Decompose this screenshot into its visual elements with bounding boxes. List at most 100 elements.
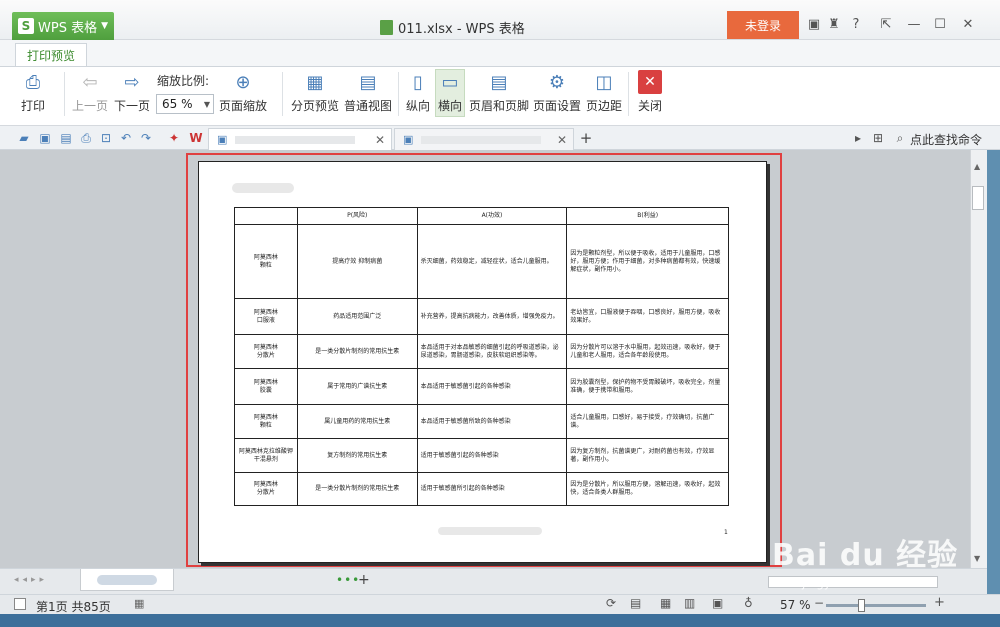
page-margins-button[interactable]: ◫ 页边距: [586, 70, 622, 114]
vertical-scrollbar[interactable]: [970, 150, 987, 568]
wps-w-icon[interactable]: W: [188, 130, 204, 146]
page-setup-label: 页面设置: [533, 99, 582, 113]
shirt-icon[interactable]: ♜: [826, 16, 842, 32]
sheet-tab[interactable]: [80, 569, 174, 591]
wps-app-menu-button[interactable]: S WPS 表格 ▼: [12, 12, 114, 40]
print-button[interactable]: ⎙ 打印: [21, 70, 45, 114]
new-tab-icon[interactable]: +: [578, 129, 594, 147]
zoom-slider-track[interactable]: [826, 604, 926, 607]
table-cell: 因为是分散片，所以服用方便，溶解迅速，吸收好，起效快，适合各类人群服用。: [566, 472, 729, 506]
close-preview-button[interactable]: ✕ 关闭: [638, 70, 662, 114]
landscape-page-icon: ▭: [441, 71, 459, 93]
close-tab-icon[interactable]: ✕: [557, 133, 567, 147]
table-cell: 阿莫西林 口服液: [234, 298, 298, 335]
page-break-preview-button[interactable]: ▦ 分页预览: [291, 70, 339, 114]
table-cell: 属儿童用药的常用抗生素: [296, 404, 418, 439]
page-zoom-label: 页面缩放: [219, 99, 268, 113]
table-cell: 本品适用于敏感菌所致的各种感染: [416, 404, 568, 439]
zoom-slider-knob[interactable]: [858, 599, 865, 612]
normal-view-label: 普通视图: [344, 99, 393, 113]
page-margins-label: 页边距: [586, 99, 623, 113]
close-window-icon[interactable]: ✕: [960, 16, 976, 32]
login-button[interactable]: 未登录: [727, 11, 799, 39]
more-sheets-icon[interactable]: •••: [336, 573, 360, 587]
find-command-box[interactable]: 点此查找命令: [910, 131, 982, 148]
zoom-out-icon[interactable]: −: [814, 596, 824, 610]
status-grid-icon[interactable]: [14, 598, 26, 610]
layout-icon[interactable]: ⊞: [870, 130, 886, 146]
normal-view-button[interactable]: ▤ 普通视图: [344, 70, 392, 114]
redo-icon[interactable]: ↷: [138, 130, 154, 146]
document-tab[interactable]: ▣ ✕: [394, 128, 574, 150]
page-break-preview-label: 分页预览: [291, 99, 340, 113]
table-cell: 老幼皆宜，口服液便于吞咽，口感良好，服用方便，吸收效果好。: [566, 298, 729, 335]
app-name: WPS 表格: [38, 20, 98, 36]
tab-print-preview[interactable]: 打印预览: [15, 43, 87, 67]
portrait-page-icon: ▯: [413, 71, 423, 93]
table-cell: 因为胶囊剂型，保护药物不受胃酸破坏，吸收完全，剂量准确，便于携带和服用。: [566, 368, 729, 405]
maximize-icon[interactable]: ☐: [932, 16, 948, 32]
os-taskbar: [0, 614, 1000, 627]
header-cell: A(功效): [416, 207, 568, 225]
document-tab-title-redacted: [235, 135, 356, 144]
search-icon[interactable]: ⌕: [892, 130, 908, 146]
view-normal-icon[interactable]: ▤: [630, 596, 641, 610]
page-header-redacted: [232, 183, 294, 193]
next-page-button[interactable]: ⇨ 下一页: [114, 70, 150, 114]
document-settings-icon[interactable]: ▸: [850, 130, 866, 146]
save-icon[interactable]: ▣: [37, 130, 53, 146]
close-tab-icon[interactable]: ✕: [375, 133, 385, 147]
table-cell: 适用于敏感菌所引起的各种感染: [416, 472, 568, 506]
open-folder-icon[interactable]: ▰: [16, 130, 32, 146]
portrait-button[interactable]: ▯ 纵向: [406, 70, 430, 114]
table-cell: 提高疗效 抑制病菌: [296, 224, 418, 299]
vertical-scroll-thumb[interactable]: [972, 186, 984, 210]
export-pdf-icon[interactable]: ▤: [58, 130, 74, 146]
landscape-button[interactable]: ▭ 横向: [435, 69, 466, 117]
table-cell: 阿莫西林 分散片: [234, 472, 298, 506]
reading-mode-icon[interactable]: ▣: [712, 596, 723, 610]
page-setup-button[interactable]: ⚙ 页面设置: [533, 70, 581, 114]
scroll-up-icon[interactable]: ▲: [974, 162, 980, 171]
zoom-ratio-select[interactable]: 65 % ▼: [156, 94, 214, 114]
minimize-icon[interactable]: —: [906, 16, 922, 32]
header-cell: [234, 207, 298, 225]
sheet-file-icon: ▣: [217, 133, 228, 146]
sheet-nav-arrows-icon[interactable]: ◂◂▸▸: [14, 575, 48, 585]
restore-ribbon-icon[interactable]: ⇱: [878, 16, 894, 32]
prev-page-icon: ⇦: [82, 71, 98, 93]
printer-icon: ⎙: [25, 71, 41, 93]
print-icon[interactable]: ⎙: [78, 130, 94, 146]
header-footer-button[interactable]: ▤ 页眉和页脚: [469, 70, 529, 114]
ribbon-divider: [398, 72, 399, 116]
sheet-calc-icon[interactable]: ▦: [134, 597, 144, 610]
add-sheet-icon[interactable]: +: [358, 572, 370, 588]
print-preview-icon[interactable]: ⊡: [98, 130, 114, 146]
undo-icon[interactable]: ↶: [118, 130, 134, 146]
table-cell: 复方制剂的常用抗生素: [296, 438, 418, 473]
view-page-break-icon[interactable]: ▥: [684, 596, 695, 610]
preview-table: P(风险) A(功效) B(利益) 阿莫西林 颗粒 提高疗效 抑制病菌 杀灭细菌…: [234, 207, 729, 506]
wps-logo-icon: S: [18, 18, 34, 34]
zoom-ratio-value: 65 %: [162, 97, 193, 111]
page-zoom-button[interactable]: ⊕ 页面缩放: [219, 70, 267, 114]
table-cell: 阿莫西林 分散片: [234, 334, 298, 369]
skin-icon[interactable]: ▣: [806, 16, 822, 32]
table-cell: 是一类分散片制剂的常用抗生素: [296, 334, 418, 369]
watermark-brand: Bai du 经验: [772, 538, 959, 573]
table-cell: 是一类分散片制剂的常用抗生素: [296, 472, 418, 506]
table-cell: 因为复方制剂，抗菌谱更广，对耐药菌也有效，疗效显著，副作用小。: [566, 438, 729, 473]
format-painter-icon[interactable]: ✦: [166, 130, 182, 146]
view-layout-icon[interactable]: ▦: [660, 596, 671, 610]
help-icon[interactable]: ?: [848, 16, 864, 32]
close-preview-label: 关闭: [638, 99, 663, 113]
eye-protection-icon[interactable]: ♁: [744, 596, 753, 610]
document-tab-active[interactable]: ▣ ✕: [208, 128, 392, 150]
document-title-text: 011.xlsx - WPS 表格: [398, 22, 525, 37]
next-page-icon: ⇨: [124, 71, 140, 93]
grid-icon: ▦: [306, 71, 324, 93]
history-icon[interactable]: ⟳: [606, 596, 616, 610]
page-margins-icon: ◫: [595, 71, 613, 93]
prev-page-button[interactable]: ⇦ 上一页: [72, 70, 108, 114]
table-cell: 杀灭细菌，药效稳定，减轻症状，适合儿童服用。: [416, 224, 568, 299]
